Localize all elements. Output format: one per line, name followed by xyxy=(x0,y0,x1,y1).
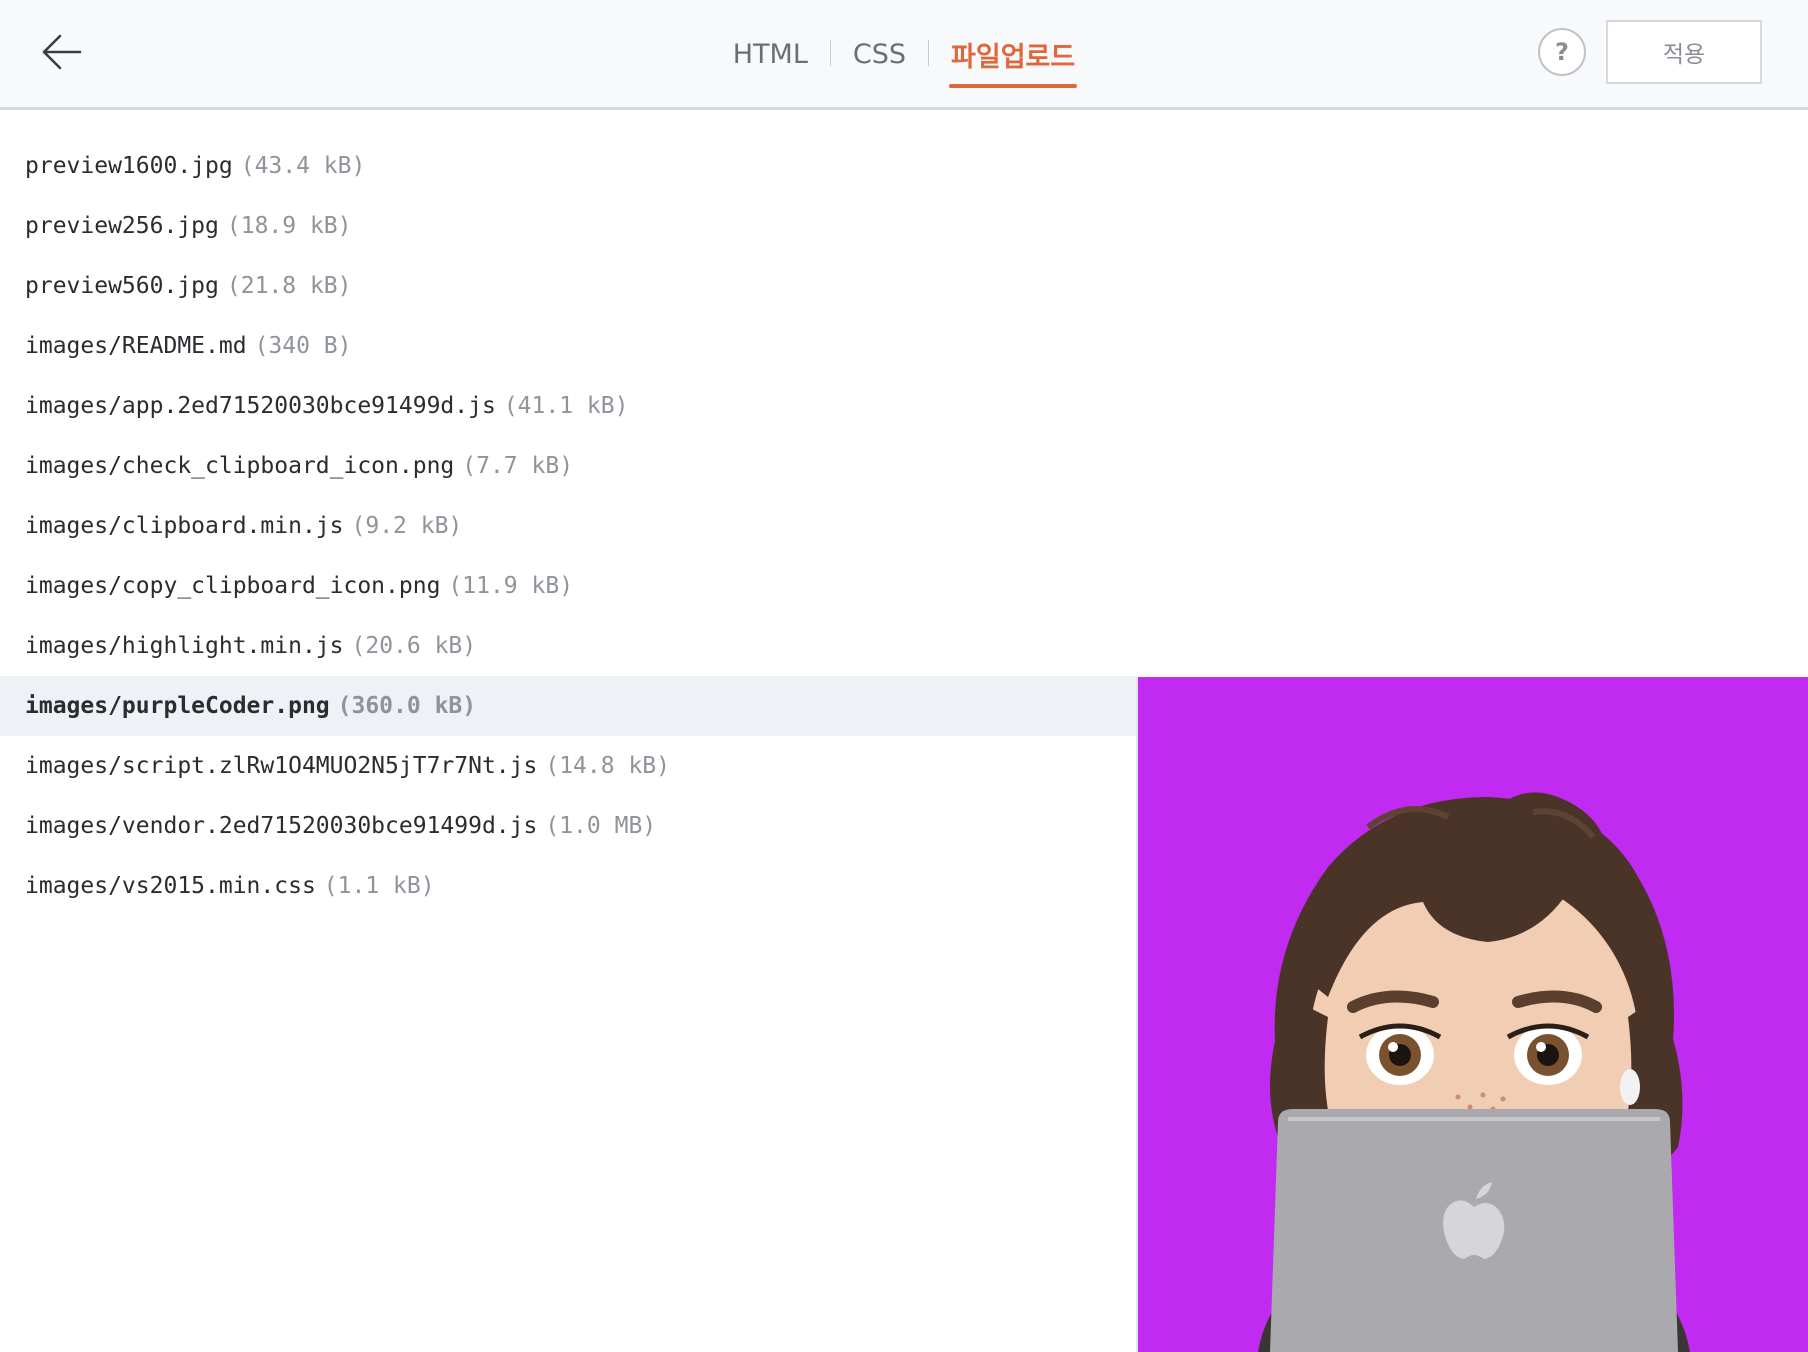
file-size: (18.9 kB) xyxy=(226,213,352,239)
file-name: images/copy_clipboard_icon.png xyxy=(25,573,441,599)
file-name: images/purpleCoder.png xyxy=(25,693,330,719)
file-name: images/vs2015.min.css xyxy=(25,873,316,899)
tab-bar: HTML CSS 파일업로드 xyxy=(0,0,1808,110)
file-size: (20.6 kB) xyxy=(351,633,477,659)
file-item-selected[interactable]: images/purpleCoder.png (360.0 kB) xyxy=(0,676,1136,736)
file-item[interactable]: images/README.md (340 B) xyxy=(0,316,1136,376)
apply-button[interactable]: 적용 xyxy=(1606,20,1762,84)
file-size: (43.4 kB) xyxy=(240,153,366,179)
file-item[interactable]: images/script.zlRw1O4MUO2N5jT7r7Nt.js (1… xyxy=(0,736,1136,796)
top-toolbar: HTML CSS 파일업로드 ? 적용 xyxy=(0,0,1808,110)
file-name: images/vendor.2ed71520030bce91499d.js xyxy=(25,813,538,839)
file-item[interactable]: preview1600.jpg (43.4 kB) xyxy=(0,136,1136,196)
file-name: images/README.md xyxy=(25,333,247,359)
file-item[interactable]: images/vs2015.min.css (1.1 kB) xyxy=(0,856,1136,916)
file-size: (1.0 MB) xyxy=(545,813,657,839)
file-item[interactable]: images/copy_clipboard_icon.png (11.9 kB) xyxy=(0,556,1136,616)
file-item[interactable]: images/highlight.min.js (20.6 kB) xyxy=(0,616,1136,676)
tab-css[interactable]: CSS xyxy=(851,31,908,84)
file-name: images/highlight.min.js xyxy=(25,633,344,659)
tab-divider xyxy=(829,40,831,66)
file-size: (340 B) xyxy=(254,333,352,359)
tab-file-upload[interactable]: 파일업로드 xyxy=(949,27,1078,88)
file-item[interactable]: preview256.jpg (18.9 kB) xyxy=(0,196,1136,256)
file-size: (21.8 kB) xyxy=(226,273,352,299)
file-name: images/app.2ed71520030bce91499d.js xyxy=(25,393,496,419)
memoji-coder-illustration xyxy=(1138,677,1808,1352)
back-button[interactable] xyxy=(30,20,94,84)
help-icon: ? xyxy=(1555,38,1569,66)
file-name: preview560.jpg xyxy=(25,273,219,299)
file-size: (41.1 kB) xyxy=(503,393,629,419)
help-button[interactable]: ? xyxy=(1538,28,1586,76)
file-item[interactable]: images/vendor.2ed71520030bce91499d.js (1… xyxy=(0,796,1136,856)
file-name: images/script.zlRw1O4MUO2N5jT7r7Nt.js xyxy=(25,753,538,779)
file-item[interactable]: images/check_clipboard_icon.png (7.7 kB) xyxy=(0,436,1136,496)
file-name: images/check_clipboard_icon.png xyxy=(25,453,455,479)
file-size: (7.7 kB) xyxy=(462,453,574,479)
arrow-left-icon xyxy=(42,34,82,70)
file-name: preview1600.jpg xyxy=(25,153,233,179)
file-name: preview256.jpg xyxy=(25,213,219,239)
file-item[interactable]: images/clipboard.min.js (9.2 kB) xyxy=(0,496,1136,556)
file-item[interactable]: images/app.2ed71520030bce91499d.js (41.1… xyxy=(0,376,1136,436)
image-preview xyxy=(1136,677,1808,1352)
file-size: (360.0 kB) xyxy=(337,693,477,719)
tab-divider xyxy=(928,40,930,66)
tab-html[interactable]: HTML xyxy=(731,31,810,84)
file-size: (11.9 kB) xyxy=(448,573,574,599)
file-size: (1.1 kB) xyxy=(323,873,435,899)
file-size: (14.8 kB) xyxy=(545,753,670,779)
file-name: images/clipboard.min.js xyxy=(25,513,344,539)
file-item[interactable]: preview560.jpg (21.8 kB) xyxy=(0,256,1136,316)
file-size: (9.2 kB) xyxy=(351,513,463,539)
